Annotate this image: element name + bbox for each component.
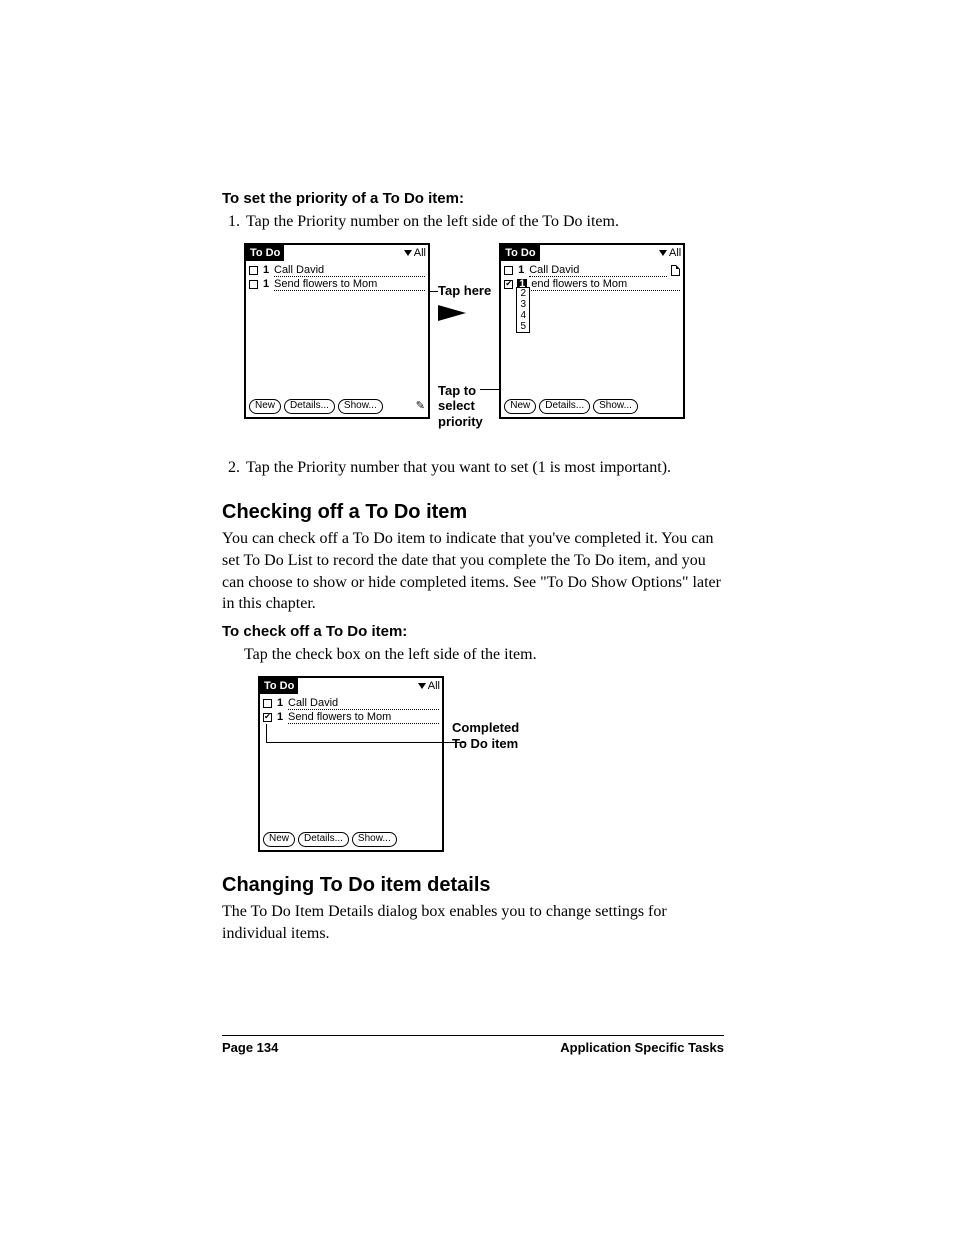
palm-category: All bbox=[669, 247, 681, 259]
dropdown-icon bbox=[404, 250, 412, 256]
dropdown-icon bbox=[659, 250, 667, 256]
palm-title: To Do bbox=[246, 245, 284, 261]
todo-row: 1 Send flowers to Mom bbox=[249, 277, 425, 291]
todo-item-label: Send flowers to Mom bbox=[274, 278, 425, 291]
priority-number: 1 bbox=[517, 264, 525, 276]
palm-title: To Do bbox=[260, 678, 298, 694]
show-button: Show... bbox=[338, 399, 383, 414]
arrow-right-icon bbox=[438, 305, 466, 321]
checkbox-icon bbox=[263, 699, 272, 708]
body-checking-off: You can check off a To Do item to indica… bbox=[222, 528, 724, 614]
details-button: Details... bbox=[284, 399, 335, 414]
todo-item-label: Call David bbox=[288, 697, 439, 710]
checkbox-checked-icon: ✔ bbox=[263, 713, 272, 722]
footer-section-title: Application Specific Tasks bbox=[560, 1040, 724, 1055]
procedure-step-check-off: Tap the check box on the left side of th… bbox=[244, 644, 724, 666]
callout-tap-here: Tap here bbox=[438, 283, 491, 299]
priority-number: 1 bbox=[276, 711, 284, 723]
details-button: Details... bbox=[298, 832, 349, 847]
callout-tap-select-priority: Tap to select priority bbox=[438, 367, 491, 445]
todo-row: ✔ 1 end flowers to Mom bbox=[504, 277, 680, 291]
todo-item-label: end flowers to Mom bbox=[531, 278, 680, 291]
palm-category: All bbox=[428, 680, 440, 692]
step-1: Tap the Priority number on the left side… bbox=[244, 211, 724, 233]
figure-1: To Do All 1 Call David 1 Send flowers to… bbox=[244, 243, 724, 445]
pen-icon: ✎ bbox=[416, 401, 425, 412]
todo-row: 1 Call David bbox=[504, 263, 680, 277]
footer-page-number: Page 134 bbox=[222, 1040, 278, 1055]
show-button: Show... bbox=[593, 399, 638, 414]
todo-item-label: Send flowers to Mom bbox=[288, 711, 439, 724]
checkbox-icon bbox=[249, 266, 258, 275]
procedure-heading-set-priority: To set the priority of a To Do item: bbox=[222, 190, 724, 207]
steps-list-1-cont: Tap the Priority number that you want to… bbox=[222, 457, 724, 479]
heading-checking-off: Checking off a To Do item bbox=[222, 501, 724, 524]
new-button: New bbox=[249, 399, 281, 414]
new-button: New bbox=[504, 399, 536, 414]
priority-number: 1 bbox=[262, 278, 270, 290]
details-button: Details... bbox=[539, 399, 590, 414]
priority-popup: 2 3 4 5 bbox=[516, 287, 530, 333]
note-icon bbox=[671, 265, 680, 276]
checkbox-icon: ✔ bbox=[504, 280, 513, 289]
palm-screen-left: To Do All 1 Call David 1 Send flowers to… bbox=[244, 243, 430, 419]
todo-row: 1 Call David bbox=[249, 263, 425, 277]
new-button: New bbox=[263, 832, 295, 847]
palm-screen-checked: To Do All 1 Call David ✔ 1 Send flowers … bbox=[258, 676, 444, 852]
procedure-heading-check-off: To check off a To Do item: bbox=[222, 623, 724, 640]
dropdown-icon bbox=[418, 683, 426, 689]
priority-number: 1 bbox=[262, 264, 270, 276]
todo-row: ✔ 1 Send flowers to Mom bbox=[263, 710, 439, 724]
todo-item-label: Call David bbox=[274, 264, 425, 277]
show-button: Show... bbox=[352, 832, 397, 847]
todo-row: 1 Call David bbox=[263, 696, 439, 710]
heading-changing-details: Changing To Do item details bbox=[222, 874, 724, 897]
body-changing-details: The To Do Item Details dialog box enable… bbox=[222, 901, 724, 944]
todo-item-label: Call David bbox=[529, 264, 667, 277]
page: To set the priority of a To Do item: Tap… bbox=[0, 0, 954, 1235]
checkbox-icon bbox=[504, 266, 513, 275]
palm-category: All bbox=[414, 247, 426, 259]
figure-2: To Do All 1 Call David ✔ 1 Send flowers … bbox=[258, 676, 724, 852]
palm-title: To Do bbox=[501, 245, 539, 261]
checkbox-icon bbox=[249, 280, 258, 289]
page-footer: Page 134 Application Specific Tasks bbox=[222, 1035, 724, 1055]
steps-list-1: Tap the Priority number on the left side… bbox=[222, 211, 724, 233]
callout-completed-item: Completed To Do item bbox=[452, 676, 519, 751]
palm-screen-right: To Do All 1 Call David ✔ 1 end flowers t… bbox=[499, 243, 685, 419]
step-2: Tap the Priority number that you want to… bbox=[244, 457, 724, 479]
priority-number: 1 bbox=[276, 697, 284, 709]
figure-callouts: Tap here Tap to select priority bbox=[438, 243, 491, 445]
